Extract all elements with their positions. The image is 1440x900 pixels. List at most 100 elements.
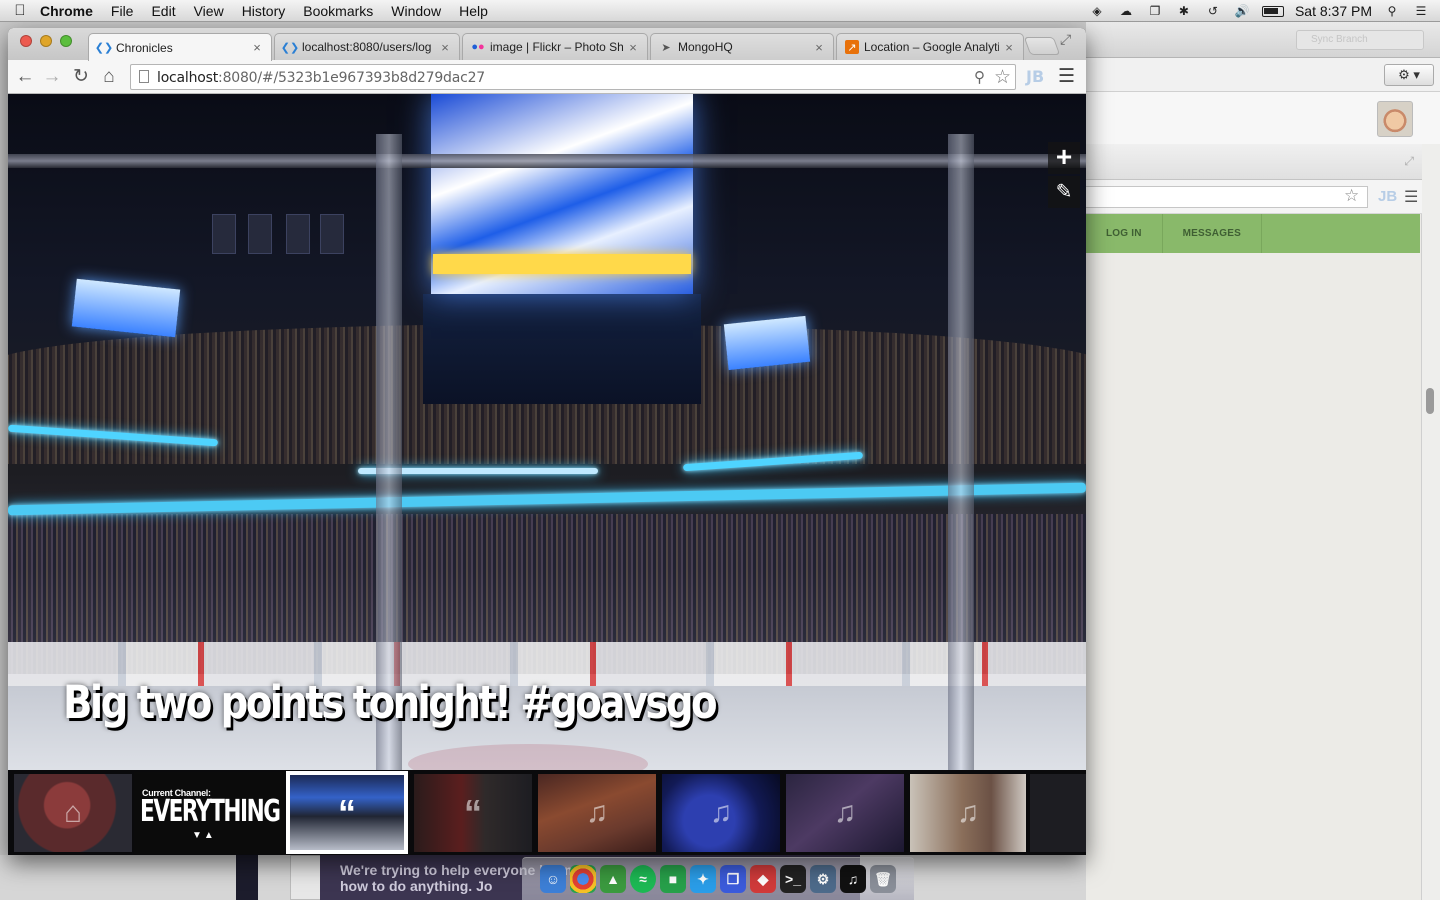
dropbox-icon[interactable]: ◈ bbox=[1088, 4, 1106, 18]
search-icon[interactable]: ⚲ bbox=[974, 68, 985, 86]
notification-list-icon[interactable]: ☰ bbox=[1412, 4, 1430, 18]
bookmark-star-icon[interactable]: ☆ bbox=[994, 66, 1011, 89]
bluetooth-icon[interactable]: ✱ bbox=[1175, 4, 1193, 18]
tab-close-icon[interactable]: × bbox=[627, 40, 639, 55]
tab-close-icon[interactable]: × bbox=[1003, 40, 1015, 55]
sketch-app-icon[interactable]: ◆ bbox=[750, 865, 776, 893]
retired-number-banner bbox=[320, 214, 344, 254]
tree-app-icon[interactable]: ▲ bbox=[600, 865, 626, 893]
trash-icon[interactable]: 🗑 bbox=[870, 865, 896, 893]
tab-mongohq[interactable]: ➤ MongoHQ × bbox=[650, 33, 834, 60]
tab-close-icon[interactable]: × bbox=[813, 40, 825, 55]
thumbnail-music[interactable]: ♫ bbox=[786, 774, 904, 852]
home-icon: ⌂ bbox=[63, 796, 83, 829]
time-machine-icon[interactable]: ↺ bbox=[1204, 4, 1222, 18]
window-zoom-button[interactable] bbox=[60, 35, 72, 47]
menu-file[interactable]: File bbox=[111, 3, 134, 19]
chrome-menu-icon[interactable]: ☰ bbox=[1058, 65, 1075, 88]
window-icon[interactable]: ❐ bbox=[1146, 4, 1164, 18]
background-window-topbar: Sync Branch bbox=[1086, 22, 1440, 58]
extension-jb-icon[interactable]: JB bbox=[1378, 188, 1397, 205]
volume-icon[interactable]: 🔊 bbox=[1233, 4, 1251, 18]
music-note-icon: ♫ bbox=[833, 796, 857, 829]
thumbnail-quote[interactable]: “ bbox=[414, 774, 532, 852]
reload-icon[interactable]: ↻ bbox=[70, 66, 92, 88]
menu-edit[interactable]: Edit bbox=[151, 3, 175, 19]
thumbnail-current-quote[interactable]: “ bbox=[286, 771, 408, 854]
spotlight-search-icon[interactable]: ⚲ bbox=[1383, 4, 1401, 18]
thumbnail-music[interactable]: ♫ bbox=[538, 774, 656, 852]
bookmark-star-icon[interactable]: ☆ bbox=[1344, 187, 1359, 205]
avatar[interactable] bbox=[1377, 101, 1413, 137]
menu-history[interactable]: History bbox=[242, 3, 286, 19]
inner-address-bar[interactable] bbox=[1086, 186, 1368, 208]
channel-name: EVERYTHING bbox=[140, 794, 281, 829]
thumbnail-music[interactable]: ♫ bbox=[662, 774, 780, 852]
tab-localhost-users[interactable]: ❮❯ localhost:8080/users/log × bbox=[274, 33, 460, 60]
virtual-machine-icon[interactable]: ❐ bbox=[720, 865, 746, 893]
hockey-arena-photo: Big two points tonight! #goavsgo bbox=[8, 94, 1086, 770]
led-ribbon bbox=[8, 482, 1086, 516]
terminal-icon[interactable]: >_ bbox=[780, 865, 806, 893]
itunes-icon[interactable]: ♫ bbox=[840, 865, 866, 893]
chrome-window: ❮❯ Chronicles × ❮❯ localhost:8080/users/… bbox=[8, 28, 1086, 855]
menu-clock[interactable]: Sat 8:37 PM bbox=[1295, 3, 1372, 19]
edit-icon[interactable]: ✎ bbox=[1048, 176, 1080, 208]
chronicles-icon: ❮❯ bbox=[280, 41, 300, 54]
quote-icon: “ bbox=[464, 792, 482, 833]
glass-support-pole bbox=[376, 134, 402, 770]
chrome-menu-icon[interactable]: ☰ bbox=[1404, 187, 1418, 207]
channel-selector[interactable]: Current Channel: EVERYTHING ▼▲ bbox=[134, 772, 284, 854]
finder-icon[interactable]: ☺ bbox=[540, 865, 566, 893]
tab-title: Chronicles bbox=[116, 40, 173, 55]
menu-app-name[interactable]: Chrome bbox=[40, 3, 93, 19]
forward-arrow-icon[interactable]: → bbox=[41, 66, 63, 88]
cloud-icon[interactable]: ☁ bbox=[1117, 4, 1135, 18]
tab-flickr[interactable]: ● ● image | Flickr – Photo Sh × bbox=[462, 33, 648, 60]
chrome-icon[interactable] bbox=[570, 865, 596, 893]
scrollbar-thumb[interactable] bbox=[1426, 388, 1434, 414]
battery-icon[interactable] bbox=[1261, 5, 1284, 17]
gear-menu-button[interactable]: ⚙ ▾ bbox=[1384, 64, 1434, 86]
inner-window-titlebar: ⤢ bbox=[1086, 144, 1422, 180]
menu-view[interactable]: View bbox=[194, 3, 224, 19]
glass-rail bbox=[8, 154, 1086, 168]
tool-app-icon[interactable]: ⚙ bbox=[810, 865, 836, 893]
spotify-icon[interactable]: ≈ bbox=[630, 865, 656, 893]
tab-google-analytics[interactable]: ↗ Location – Google Analyti × bbox=[836, 33, 1024, 60]
sync-branch-button[interactable]: Sync Branch bbox=[1296, 30, 1424, 50]
extension-jb-icon[interactable]: JB bbox=[1026, 67, 1044, 86]
nav-messages[interactable]: MESSAGES bbox=[1163, 214, 1262, 253]
nav-log-in[interactable]: LOG IN bbox=[1086, 214, 1163, 253]
tab-close-icon[interactable]: × bbox=[439, 40, 451, 55]
tab-close-icon[interactable]: × bbox=[251, 40, 263, 55]
fullscreen-icon[interactable]: ⤢ bbox=[1060, 31, 1071, 48]
apple-menu-icon[interactable]:  bbox=[0, 2, 40, 19]
url-host: localhost bbox=[157, 70, 219, 86]
menu-bookmarks[interactable]: Bookmarks bbox=[303, 3, 373, 19]
flickr-icon: ● ● bbox=[471, 41, 485, 53]
evernote-icon[interactable]: ■ bbox=[660, 865, 686, 893]
tab-title: MongoHQ bbox=[678, 40, 733, 54]
back-arrow-icon[interactable]: ← bbox=[14, 66, 36, 88]
thumbnail-music[interactable]: ♫ bbox=[910, 774, 1026, 852]
background-window-header bbox=[1086, 92, 1440, 144]
url-text[interactable]: localhost:8080/#/5323b1e967393b8d279dac2… bbox=[157, 70, 485, 86]
thumbnail-home[interactable]: ⌂ bbox=[14, 774, 132, 852]
home-icon[interactable]: ⌂ bbox=[98, 66, 120, 88]
new-tab-button[interactable] bbox=[1023, 37, 1061, 55]
window-close-button[interactable] bbox=[20, 35, 32, 47]
window-minimize-button[interactable] bbox=[40, 35, 52, 47]
mongohq-icon: ➤ bbox=[661, 41, 671, 54]
tab-chronicles[interactable]: ❮❯ Chronicles × bbox=[88, 33, 272, 61]
fullscreen-icon[interactable]: ⤢ bbox=[1404, 154, 1414, 169]
address-bar[interactable]: localhost:8080/#/5323b1e967393b8d279dac2… bbox=[130, 64, 1016, 90]
menu-window[interactable]: Window bbox=[391, 3, 441, 19]
browser-toolbar: ← → ↻ ⌂ localhost:8080/#/5323b1e967393b8… bbox=[8, 60, 1086, 94]
twitter-icon[interactable]: ✦ bbox=[690, 865, 716, 893]
add-post-button[interactable]: + bbox=[1048, 142, 1080, 174]
channel-toggle-arrows-icon[interactable]: ▼▲ bbox=[192, 830, 216, 841]
menu-help[interactable]: Help bbox=[459, 3, 488, 19]
thumbnail-partial[interactable] bbox=[1030, 774, 1086, 852]
retired-number-banner bbox=[286, 214, 310, 254]
